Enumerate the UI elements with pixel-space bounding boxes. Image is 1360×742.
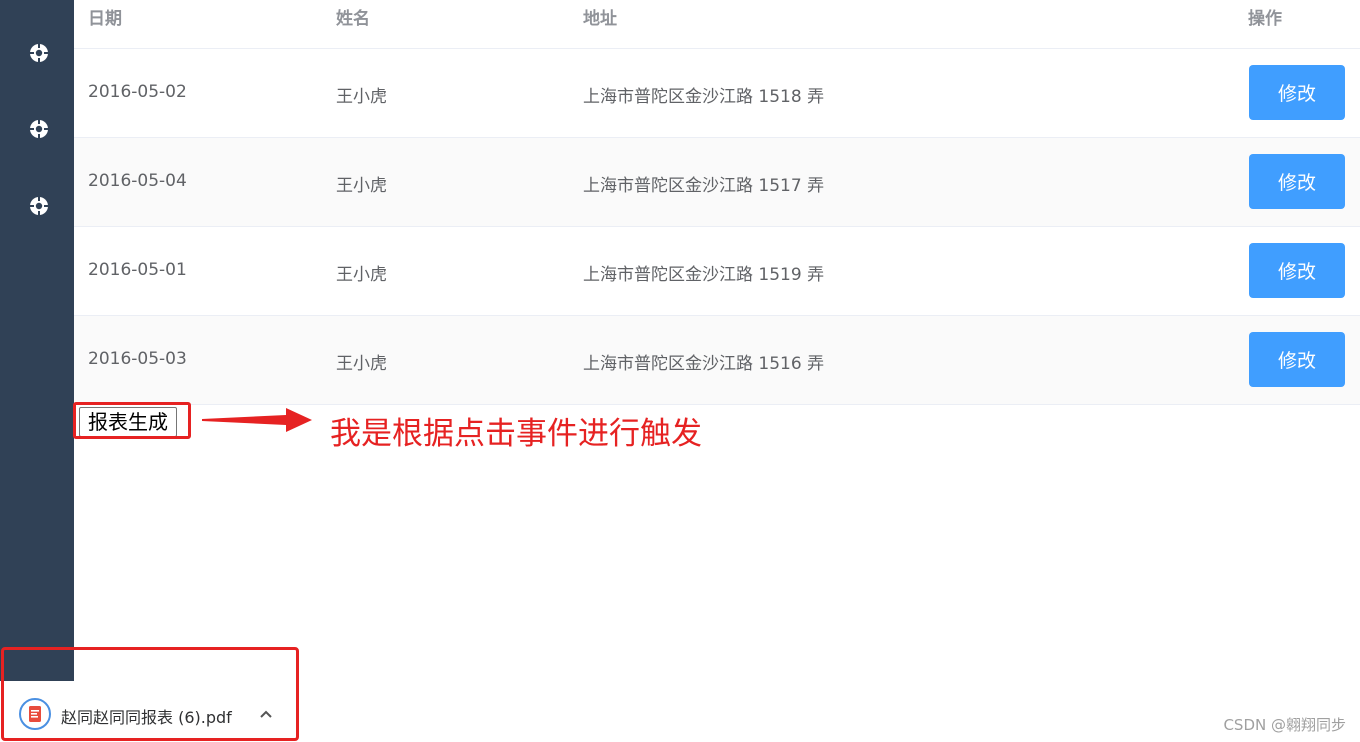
arrow-right-icon (202, 408, 312, 432)
highlight-box (1, 647, 299, 741)
cell-date: 2016-05-01 (88, 260, 187, 280)
edit-button[interactable]: 修改 (1249, 154, 1345, 209)
edit-button[interactable]: 修改 (1249, 243, 1345, 298)
target-icon[interactable] (29, 43, 49, 63)
data-table: 日期 姓名 地址 操作 2016-05-02 王小虎 上海市普陀区金沙江路 15… (74, 0, 1360, 405)
edit-button[interactable]: 修改 (1249, 332, 1345, 387)
cell-address: 上海市普陀区金沙江路 1519 弄 (583, 265, 825, 285)
table-row: 2016-05-04 王小虎 上海市普陀区金沙江路 1517 弄 修改 (74, 138, 1360, 227)
cell-address: 上海市普陀区金沙江路 1518 弄 (583, 87, 825, 107)
cell-date: 2016-05-04 (88, 171, 187, 191)
table-row: 2016-05-03 王小虎 上海市普陀区金沙江路 1516 弄 修改 (74, 316, 1360, 405)
cell-name: 王小虎 (336, 265, 387, 285)
cell-name: 王小虎 (336, 354, 387, 374)
header-date: 日期 (88, 9, 122, 29)
cell-name: 王小虎 (336, 176, 387, 196)
sidebar (0, 0, 74, 681)
highlight-box (73, 402, 191, 439)
edit-button[interactable]: 修改 (1249, 65, 1345, 120)
cell-name: 王小虎 (336, 87, 387, 107)
header-address: 地址 (583, 9, 617, 29)
annotation-text: 我是根据点击事件进行触发 (330, 416, 702, 452)
watermark: CSDN @翱翔同步 (1223, 716, 1346, 734)
table-row: 2016-05-02 王小虎 上海市普陀区金沙江路 1518 弄 修改 (74, 49, 1360, 138)
table-row: 2016-05-01 王小虎 上海市普陀区金沙江路 1519 弄 修改 (74, 227, 1360, 316)
table-header: 日期 姓名 地址 操作 (74, 0, 1360, 49)
target-icon[interactable] (29, 119, 49, 139)
target-icon[interactable] (29, 196, 49, 216)
cell-address: 上海市普陀区金沙江路 1517 弄 (583, 176, 825, 196)
header-name: 姓名 (336, 9, 370, 29)
cell-address: 上海市普陀区金沙江路 1516 弄 (583, 354, 825, 374)
header-operation: 操作 (1248, 9, 1282, 29)
cell-date: 2016-05-03 (88, 349, 187, 369)
cell-date: 2016-05-02 (88, 82, 187, 102)
